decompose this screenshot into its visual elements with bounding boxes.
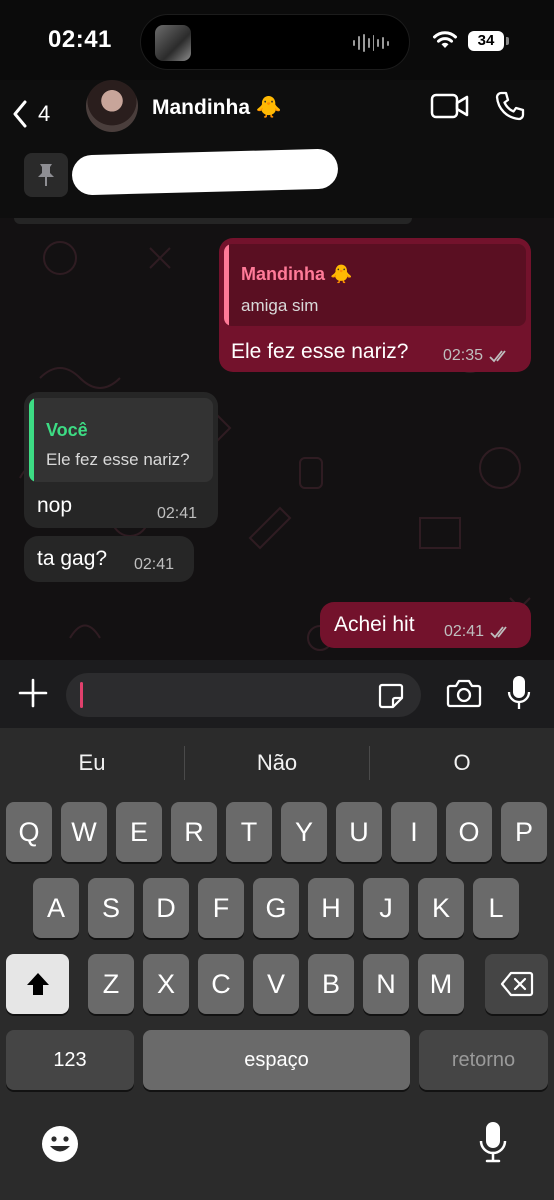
message-text: Ele fez esse nariz? xyxy=(231,340,409,363)
space-key[interactable]: espaço xyxy=(143,1030,410,1090)
message-meta: 02:41 xyxy=(134,556,174,574)
key[interactable]: A xyxy=(33,878,79,938)
chat-messages[interactable]: Mandinha 🐥 amiga sim Ele fez esse nariz?… xyxy=(0,218,554,660)
quoted-reply[interactable]: Você Ele fez esse nariz? xyxy=(29,398,213,482)
battery-indicator: 34 xyxy=(468,31,504,51)
message-time: 02:41 xyxy=(134,556,175,573)
shift-key[interactable] xyxy=(6,954,69,1014)
key[interactable]: F xyxy=(198,878,244,938)
audio-wave-icon xyxy=(353,33,389,53)
return-key[interactable]: retorno xyxy=(419,1030,548,1090)
keyboard: Eu Não O Q W E R T Y U I O P A S D F G H… xyxy=(0,728,554,1200)
key[interactable]: X xyxy=(143,954,189,1014)
key[interactable]: L xyxy=(473,878,519,938)
key[interactable]: S xyxy=(88,878,134,938)
quoted-sender: Você xyxy=(46,420,88,440)
emoji-icon[interactable] xyxy=(40,1124,80,1164)
quoted-reply[interactable]: Mandinha 🐥 amiga sim xyxy=(224,244,526,326)
message-time: 02:41 xyxy=(157,505,198,522)
suggestion-2[interactable]: Não xyxy=(185,728,369,796)
dynamic-island[interactable] xyxy=(140,14,410,70)
numbers-key[interactable]: 123 xyxy=(6,1030,134,1090)
pin-icon xyxy=(38,164,54,186)
key[interactable]: Q xyxy=(6,802,52,862)
camera-icon[interactable] xyxy=(446,678,482,708)
key[interactable]: T xyxy=(226,802,272,862)
key[interactable]: G xyxy=(253,878,299,938)
key[interactable]: D xyxy=(143,878,189,938)
message-bubble-outgoing[interactable]: Achei hit 02:41 xyxy=(320,602,531,648)
shift-arrow-icon xyxy=(26,973,49,995)
message-bubble-incoming[interactable]: Você Ele fez esse nariz? nop 02:41 xyxy=(24,392,218,528)
message-meta: 02:41 xyxy=(444,623,512,641)
sticker-icon[interactable] xyxy=(376,681,406,711)
key[interactable]: M xyxy=(418,954,464,1014)
plus-icon[interactable] xyxy=(16,676,50,710)
double-check-icon xyxy=(490,626,507,639)
backspace-key[interactable] xyxy=(485,954,548,1014)
key[interactable]: J xyxy=(363,878,409,938)
message-input-bar xyxy=(0,660,554,728)
video-camera-icon[interactable] xyxy=(430,92,470,120)
redacted-pinned-message xyxy=(71,148,339,196)
quoted-text: Ele fez esse nariz? xyxy=(46,450,190,469)
quote-bar xyxy=(29,398,34,482)
message-time: 02:41 xyxy=(444,623,485,640)
key[interactable]: H xyxy=(308,878,354,938)
key[interactable]: V xyxy=(253,954,299,1014)
dictation-mic-icon[interactable] xyxy=(478,1120,508,1164)
key[interactable]: Y xyxy=(281,802,327,862)
key[interactable]: O xyxy=(446,802,492,862)
key[interactable]: E xyxy=(116,802,162,862)
previous-message-edge xyxy=(14,218,412,224)
message-text: ta gag? xyxy=(37,547,108,570)
message-time: 02:35 xyxy=(443,347,484,364)
status-bar: 02:41 34 xyxy=(0,0,554,80)
message-text: nop xyxy=(37,494,73,517)
suggestion-3[interactable]: O xyxy=(370,728,554,796)
pinned-message-button[interactable] xyxy=(24,153,68,197)
key[interactable]: K xyxy=(418,878,464,938)
quote-bar xyxy=(224,244,229,326)
message-bubble-incoming[interactable]: ta gag? 02:41 xyxy=(24,536,194,582)
double-check-icon xyxy=(489,350,506,363)
backspace-icon xyxy=(500,971,533,997)
message-text: Achei hit xyxy=(334,613,415,636)
now-playing-artwork xyxy=(155,25,191,61)
key[interactable]: I xyxy=(391,802,437,862)
message-bubble-outgoing[interactable]: Mandinha 🐥 amiga sim Ele fez esse nariz?… xyxy=(219,238,531,372)
key[interactable]: Z xyxy=(88,954,134,1014)
phone-icon[interactable] xyxy=(494,90,526,122)
contact-avatar[interactable] xyxy=(86,80,138,132)
status-time: 02:41 xyxy=(48,26,112,53)
wifi-icon xyxy=(433,31,457,48)
microphone-icon[interactable] xyxy=(506,674,532,712)
message-input[interactable] xyxy=(66,673,421,717)
quoted-text: amiga sim xyxy=(241,296,319,315)
message-meta: 02:41 xyxy=(157,505,197,523)
contact-name[interactable]: Mandinha 🐥 xyxy=(152,96,282,120)
chat-header: 4 Mandinha 🐥 xyxy=(0,80,554,218)
back-button[interactable]: 4 xyxy=(12,94,62,134)
key[interactable]: C xyxy=(198,954,244,1014)
key[interactable]: N xyxy=(363,954,409,1014)
key[interactable]: B xyxy=(308,954,354,1014)
quoted-sender: Mandinha 🐥 xyxy=(241,264,353,284)
key[interactable]: R xyxy=(171,802,217,862)
key[interactable]: U xyxy=(336,802,382,862)
unread-count: 4 xyxy=(38,101,51,126)
chevron-left-icon xyxy=(13,100,27,128)
key[interactable]: P xyxy=(501,802,547,862)
message-meta: 02:35 xyxy=(443,347,511,365)
text-caret xyxy=(80,682,83,708)
key[interactable]: W xyxy=(61,802,107,862)
suggestion-1[interactable]: Eu xyxy=(0,728,184,796)
battery-tip xyxy=(506,37,509,45)
